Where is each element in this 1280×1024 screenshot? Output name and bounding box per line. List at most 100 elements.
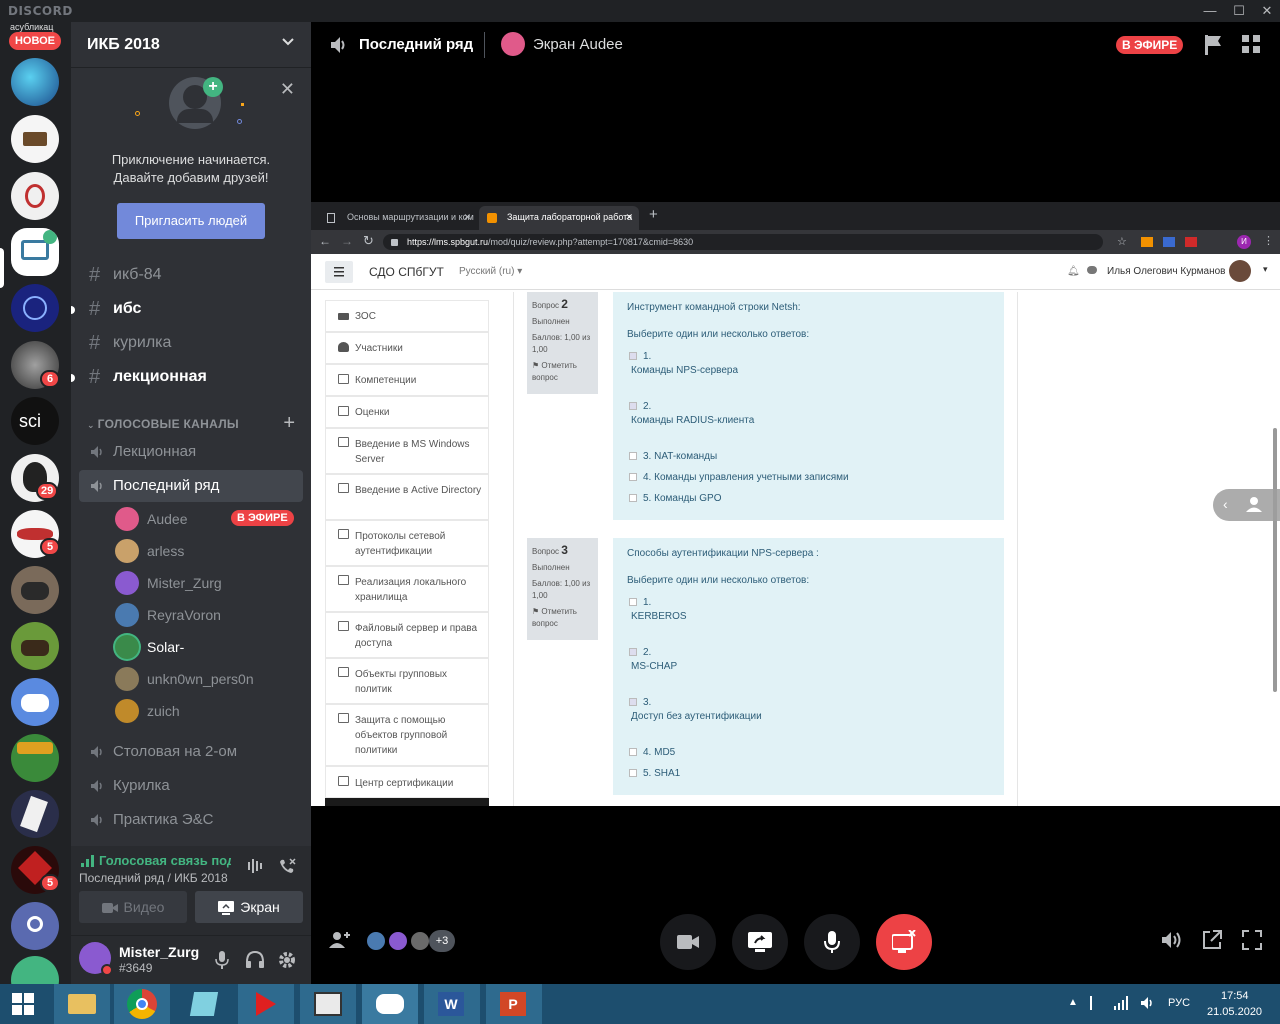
text-channel-ibs[interactable]: # ибс — [79, 294, 303, 324]
close-window-button[interactable]: ✕ — [1252, 2, 1280, 20]
text-channel-lektsionnaya[interactable]: # лекционная — [79, 362, 303, 392]
voice-user-unknown-person[interactable]: unkn0wn_pers0n — [115, 664, 305, 692]
windows-start-icon[interactable] — [12, 993, 34, 1020]
new-badge[interactable]: НОВОЕ — [9, 32, 61, 50]
chevron-down-icon[interactable] — [281, 34, 295, 51]
server-icon-1[interactable] — [11, 58, 59, 106]
disconnect-icon[interactable] — [277, 856, 297, 881]
nav-item-competencies[interactable]: Компетенции — [325, 364, 489, 396]
text-channel-kurilka[interactable]: # курилка — [79, 328, 303, 358]
nav-item-folder[interactable]: Введение в Active Directory — [325, 474, 489, 520]
tray-chevron-icon[interactable]: ▲ — [1068, 997, 1078, 1008]
server-icon-3[interactable] — [11, 172, 59, 220]
edit-app-icon[interactable] — [300, 984, 356, 1024]
forward-icon[interactable]: → — [341, 234, 353, 248]
browser-tab[interactable]: Основы маршрутизации и ком ✕ — [319, 206, 477, 230]
grid-layout-icon[interactable] — [1242, 35, 1260, 58]
nav-item-zos[interactable]: ЗОС — [325, 300, 489, 332]
server-icon-11[interactable] — [11, 622, 59, 670]
noise-suppression-icon[interactable] — [247, 858, 263, 879]
bell-icon[interactable]: 🔔︎ — [1067, 266, 1080, 277]
guild-header[interactable]: ИКБ 2018 — [71, 22, 311, 68]
voice-user-arless[interactable]: arless — [115, 536, 305, 564]
browser-tab-active[interactable]: Защита лабораторной работа ✕ — [479, 206, 639, 230]
volume-icon[interactable] — [1161, 930, 1183, 955]
server-icon-16[interactable] — [11, 902, 59, 950]
avatar[interactable] — [1229, 260, 1251, 282]
voice-channel-stolovaya[interactable]: Столовая на 2-ом — [79, 736, 303, 768]
scrollbar[interactable] — [1273, 428, 1277, 692]
more-participants-badge[interactable]: +3 — [429, 930, 455, 952]
maximize-button[interactable]: ☐ — [1224, 2, 1254, 20]
microphone-toggle-button[interactable] — [804, 914, 860, 970]
file-explorer-icon[interactable] — [54, 984, 110, 1024]
clock-date[interactable]: 21.05.2020 — [1207, 1006, 1262, 1018]
word-icon[interactable]: W — [424, 984, 480, 1024]
keyboard-language[interactable]: РУС — [1168, 997, 1190, 1009]
nav-item-folder[interactable]: Центр сертификации — [325, 766, 489, 798]
chevron-down-icon[interactable]: ▾ — [1263, 264, 1268, 275]
voice-channel-kurilka[interactable]: Курилка — [79, 770, 303, 802]
answer-option[interactable]: 1. KERBEROS — [629, 596, 687, 624]
voice-user-reyravoron[interactable]: ReyraVoron — [115, 600, 305, 628]
nav-item-folder[interactable]: Объекты групповых политик — [325, 658, 489, 704]
shared-screen[interactable]: Основы маршрутизации и ком ✕ Защита лабор… — [311, 202, 1280, 806]
voice-user-solar[interactable]: Solar- — [115, 632, 305, 660]
answer-option[interactable]: 5. SHA1 — [629, 767, 680, 781]
server-icon-13[interactable] — [11, 734, 59, 782]
voice-status[interactable]: Голосовая связь подключена — [99, 853, 231, 868]
language-select[interactable]: Русский (ru) ▾ — [459, 266, 522, 277]
answer-option[interactable]: 1. Команды NPS-сервера — [629, 350, 738, 378]
flag-question-link[interactable]: ⚑ Отметить вопрос — [532, 606, 593, 630]
user-name[interactable]: Илья Олегович Курманов — [1107, 266, 1225, 277]
fullscreen-icon[interactable] — [1242, 930, 1262, 955]
extension-icon[interactable] — [1141, 237, 1153, 247]
server-icon-12[interactable] — [11, 678, 59, 726]
server-icon-7[interactable]: sci — [11, 397, 59, 445]
screen-share-button[interactable]: Экран — [195, 891, 303, 923]
network-icon[interactable] — [1114, 996, 1128, 1015]
menu-icon[interactable]: ⋮ — [1263, 234, 1274, 247]
answer-option[interactable]: 5. Команды GPO — [629, 492, 722, 506]
nav-item-folder[interactable]: Файловый сервер и права доступа — [325, 612, 489, 658]
server-icon-2[interactable] — [11, 115, 59, 163]
answer-option[interactable]: 3. NAT-команды — [629, 450, 717, 464]
nav-item-folder[interactable]: Защита с помощью объектов групповой поли… — [325, 704, 489, 766]
hamburger-icon[interactable] — [325, 261, 353, 283]
media-app-icon[interactable] — [238, 984, 294, 1024]
headphones-icon[interactable] — [245, 950, 265, 975]
nav-item-grades[interactable]: Оценки — [325, 396, 489, 428]
drawer-toggle[interactable]: ‹ — [1213, 489, 1280, 521]
powerpoint-icon[interactable]: P — [486, 984, 542, 1024]
notepad-icon[interactable] — [176, 984, 232, 1024]
nav-item-folder[interactable]: Протоколы сетевой аутентификации — [325, 520, 489, 566]
server-icon-5[interactable] — [11, 284, 59, 332]
minimize-button[interactable]: — — [1195, 2, 1225, 20]
server-icon-14[interactable] — [11, 790, 59, 838]
invite-people-button[interactable]: Пригласить людей — [117, 203, 265, 239]
text-channel-ikb-84[interactable]: # икб-84 — [79, 260, 303, 290]
voice-user-audee[interactable]: Audee В ЭФИРЕ — [115, 504, 305, 532]
flag-question-link[interactable]: ⚑ Отметить вопрос — [532, 360, 593, 384]
server-icon-10[interactable] — [11, 566, 59, 614]
back-icon[interactable]: ← — [319, 234, 331, 248]
microphone-icon[interactable] — [215, 950, 229, 975]
camera-toggle-button[interactable] — [660, 914, 716, 970]
voice-user-zuich[interactable]: zuich — [115, 696, 305, 724]
nav-item-participants[interactable]: Участники — [325, 332, 489, 364]
stop-stream-button[interactable] — [876, 914, 932, 970]
flag-icon[interactable] — [1204, 34, 1224, 61]
add-server-icon[interactable] — [11, 956, 59, 984]
answer-option[interactable]: 3. Доступ без аутентификации — [629, 696, 762, 724]
server-icon-ikb[interactable] — [11, 228, 59, 276]
star-icon[interactable]: ☆ — [1117, 235, 1127, 248]
profile-avatar[interactable]: И — [1237, 235, 1251, 249]
clock-time[interactable]: 17:54 — [1221, 990, 1249, 1002]
video-button[interactable]: Видео — [79, 891, 187, 923]
chrome-icon[interactable] — [114, 984, 170, 1024]
screen-share-toggle-button[interactable] — [732, 914, 788, 970]
gear-icon[interactable] — [277, 950, 297, 975]
address-bar[interactable]: https://lms.spbgut.ru/mod/quiz/review.ph… — [383, 234, 1103, 250]
new-tab-button[interactable]: + — [649, 206, 658, 223]
extension-icon[interactable] — [1185, 237, 1197, 247]
